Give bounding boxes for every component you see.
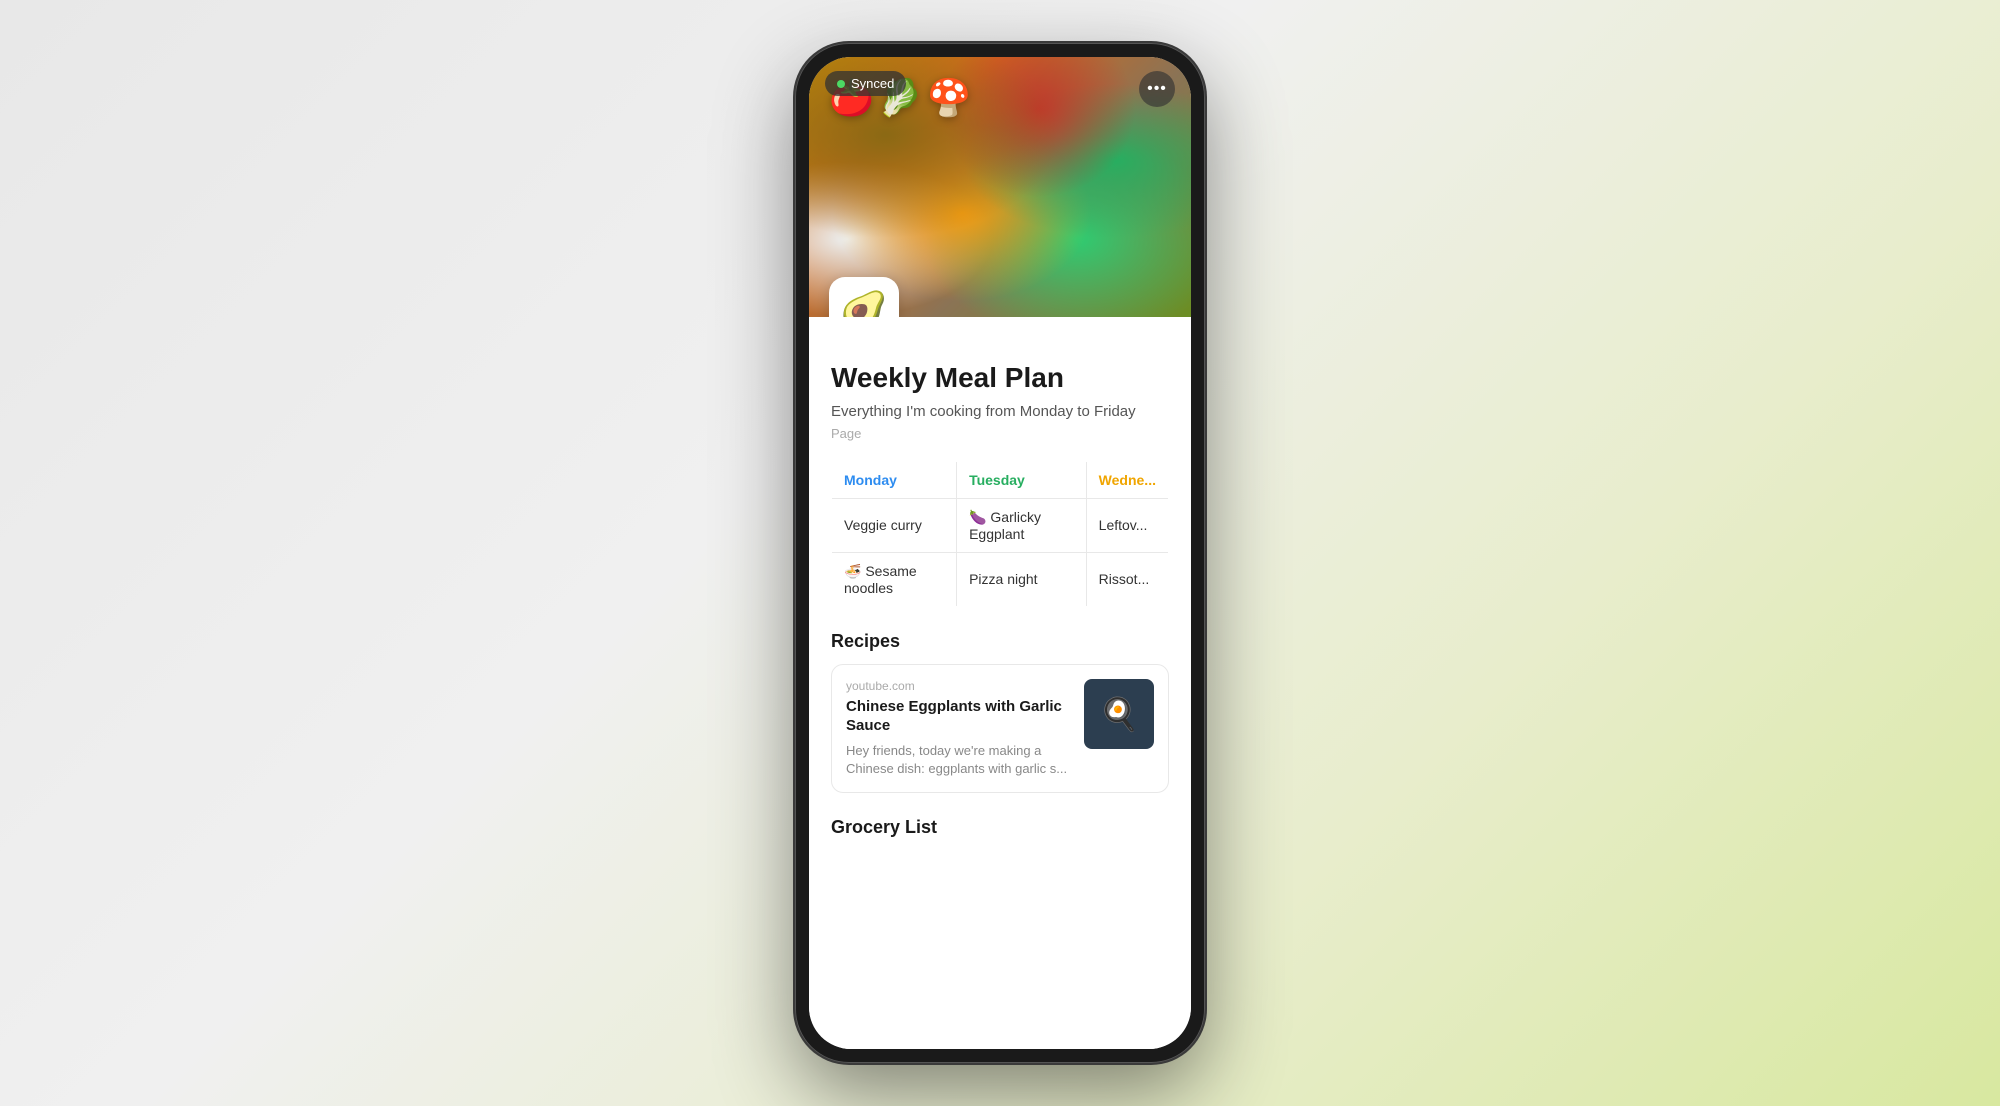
monday-row1: Veggie curry [832, 498, 957, 552]
col-monday: Monday [832, 461, 957, 498]
more-dots-icon: ••• [1147, 81, 1167, 97]
recipe-description: Hey friends, today we're making a Chines… [846, 742, 1072, 778]
recipe-thumbnail-icon: 🍳 [1099, 695, 1139, 733]
recipe-title: Chinese Eggplants with Garlic Sauce [846, 697, 1072, 736]
recipes-heading: Recipes [831, 631, 1169, 652]
status-bar: Synced [825, 71, 906, 96]
recipe-source: youtube.com [846, 679, 1072, 693]
tuesday-row2: Pizza night [957, 552, 1087, 606]
more-button[interactable]: ••• [1139, 71, 1175, 107]
content-area[interactable]: Weekly Meal Plan Everything I'm cooking … [809, 317, 1191, 1049]
page-title: Weekly Meal Plan [831, 361, 1169, 395]
monday-row2: 🍜 Sesame noodles [832, 552, 957, 606]
page-type: Page [831, 426, 1169, 441]
sync-dot [837, 80, 845, 88]
hero-image: Synced ••• 🥑 [809, 57, 1191, 317]
page-subtitle: Everything I'm cooking from Monday to Fr… [831, 403, 1169, 420]
phone-screen: Synced ••• 🥑 Weekly Meal Plan Everything… [809, 57, 1191, 1049]
tuesday-row1: 🍆 Garlicky Eggplant [957, 498, 1087, 552]
app-icon: 🥑 [829, 277, 899, 317]
phone-frame: Synced ••• 🥑 Weekly Meal Plan Everything… [795, 43, 1205, 1063]
recipe-card[interactable]: youtube.com Chinese Eggplants with Garli… [831, 664, 1169, 793]
avocado-icon: 🥑 [840, 290, 887, 317]
col-tuesday: Tuesday [957, 461, 1087, 498]
grocery-heading: Grocery List [831, 817, 1169, 838]
sync-label: Synced [851, 76, 894, 91]
table-row: 🍜 Sesame noodles Pizza night Rissot... [832, 552, 1169, 606]
table-row: Veggie curry 🍆 Garlicky Eggplant Leftov.… [832, 498, 1169, 552]
col-wednesday: Wedne... [1086, 461, 1168, 498]
recipe-thumbnail: 🍳 [1084, 679, 1154, 749]
recipe-text: youtube.com Chinese Eggplants with Garli… [846, 679, 1072, 778]
wednesday-row2: Rissot... [1086, 552, 1168, 606]
meal-plan-table: Monday Tuesday Wedne... Veggie curry 🍆 G… [831, 461, 1169, 607]
wednesday-row1: Leftov... [1086, 498, 1168, 552]
